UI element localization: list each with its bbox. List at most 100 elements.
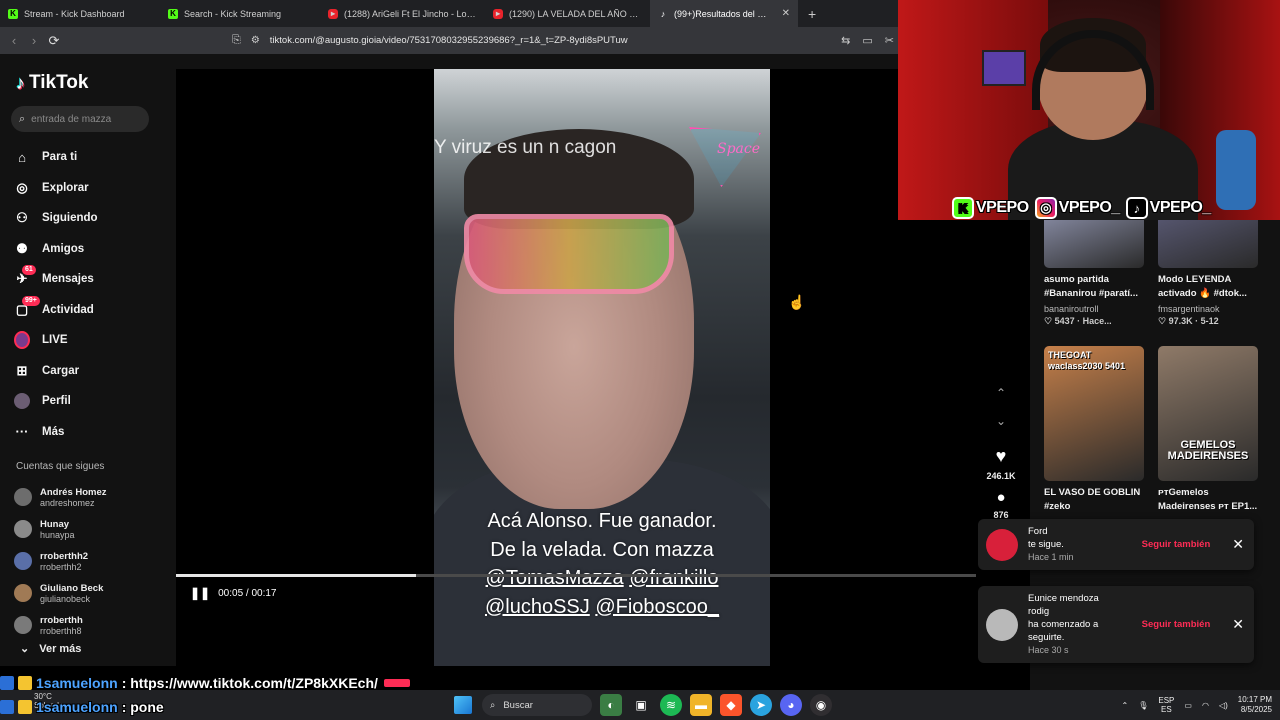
pause-icon[interactable]: ❚❚ (190, 586, 210, 600)
mention[interactable]: @luchoSSJ (485, 596, 590, 618)
extensions-icon[interactable]: ✂ (885, 34, 894, 47)
sidebar-item-siguiendo[interactable]: ⚇ Siguiendo (14, 203, 164, 234)
back-icon[interactable]: ‹ (4, 33, 24, 48)
following-account[interactable]: Hunay hunaypa (14, 513, 107, 545)
volume-icon[interactable]: ◁) (1219, 701, 1228, 710)
telegram-icon[interactable]: ➤ (750, 694, 772, 716)
taskbar-apps: ⌕ Buscar ◐ ▣ ≋ ▬ ◆ ➤ ◕ ◉ (452, 693, 832, 717)
following-account[interactable]: rroberthh rroberthh8 (14, 609, 107, 641)
avatar (14, 520, 32, 538)
browser-tab[interactable]: ▸ (1288) AriGeli Ft El Jincho - Lo Puedo (320, 0, 485, 27)
account-name: rroberthh2 (40, 550, 89, 562)
browser-tab[interactable]: K Search - Kick Streaming (160, 0, 320, 27)
sidebar-item-mensajes[interactable]: ✈ 61 Mensajes (14, 264, 164, 295)
task-view-icon[interactable]: ▣ (630, 694, 652, 716)
windows-taskbar: 30°C Soleado ⌕ Buscar ◐ ▣ ≋ ▬ ◆ ➤ ◕ ◉ ⌃ … (0, 690, 1280, 720)
brave-icon[interactable]: ◆ (720, 694, 742, 716)
follow-notification: Eunice mendoza rodig ha comenzado a seguir… (978, 586, 1254, 663)
like-icon[interactable]: ♥ (996, 446, 1007, 467)
see-more-button[interactable]: ⌄ Ver más (20, 642, 82, 656)
discord-icon[interactable]: ◕ (780, 694, 802, 716)
tiktok-logo[interactable]: ♪ TikTok (16, 72, 88, 94)
taskbar-search[interactable]: ⌕ Buscar (482, 694, 592, 716)
sidebar-item-label: Mensajes (42, 273, 94, 286)
like-count: 246.1K (986, 471, 1016, 481)
mention[interactable]: @Fioboscoo_ (595, 596, 719, 618)
wifi-icon[interactable]: ◠ (1202, 701, 1209, 710)
comment-icon[interactable]: ● (996, 489, 1005, 506)
next-video-icon[interactable]: ⌄ (996, 414, 1006, 438)
instagram-handle: ◎ VPEPO_ (1034, 197, 1120, 219)
recommended-video-card[interactable]: GEMELOS MADEIRENSES ᴘᴛGemelos Madeirenses… (1158, 346, 1260, 514)
chat-text: : pone (121, 699, 164, 715)
following-list: Andrés Homez andreshomez Hunay hunaypa rrobe… (14, 481, 107, 641)
video-thumbnail[interactable]: THEGOAT waclass2030 5401 (1044, 346, 1144, 481)
account-username: rroberthh2 (40, 561, 82, 572)
instagram-icon: ◎ (1034, 197, 1057, 219)
tray-expand-icon[interactable]: ⌃ (1122, 701, 1129, 710)
messages-icon: ✈ 61 (14, 265, 36, 287)
reload-icon[interactable]: ⟳ (44, 33, 64, 49)
bookmark-icon[interactable]: ⎘ (232, 34, 241, 47)
language-indicator[interactable]: ESP ES (1158, 696, 1174, 714)
obs-icon[interactable]: ◉ (810, 694, 832, 716)
upload-icon: ⊞ (16, 362, 28, 378)
spotify-icon[interactable]: ≋ (660, 694, 682, 716)
thumbnail-label: THEGOAT waclass2030 5401 (1048, 350, 1126, 371)
notification-time: Hace 1 min (1028, 552, 1074, 562)
follow-back-button[interactable]: Seguir también (1142, 539, 1211, 550)
close-icon[interactable]: ✕ (1232, 536, 1244, 553)
cast-icon[interactable]: ▭ (862, 34, 872, 47)
previous-video-icon[interactable]: ⌃ (996, 386, 1006, 410)
tab-title: (1288) AriGeli Ft El Jincho - Lo Puedo (344, 8, 477, 19)
following-account[interactable]: Giuliano Beck giulianobeck (14, 577, 107, 609)
recommended-video-card[interactable]: THEGOAT waclass2030 5401 EL VASO DE GOBLI… (1044, 346, 1146, 514)
tiktok-icon: ♪ (660, 8, 666, 19)
search-input[interactable]: ⌕ entrada de mazza (11, 106, 149, 132)
microphone-icon[interactable]: 🎙 (1138, 701, 1148, 710)
video-progress-bar[interactable] (176, 574, 976, 577)
sidebar-item-perfil[interactable]: Perfil (14, 386, 164, 417)
sidebar-item-cargar[interactable]: ⊞ Cargar (14, 356, 164, 387)
file-explorer-icon[interactable]: ▬ (690, 694, 712, 716)
recommended-video-card[interactable]: Modo LEYENDA activado 🔥 #dtok... fmsargen… (1158, 220, 1260, 327)
clock-time: 10:17 PM (1237, 695, 1272, 704)
network-icon[interactable]: ▭ (1184, 701, 1192, 710)
clock[interactable]: 10:17 PM 8/5/2025 (1238, 695, 1272, 715)
browser-tab[interactable]: ▸ (1290) LA VELADA DEL AÑO V - LA P (485, 0, 650, 27)
browser-tab[interactable]: ♪ (99+)Resultados del Boxeo A ✕ (650, 0, 798, 27)
video-author: bananiroutroll (1044, 304, 1099, 314)
video-actions: ⌃ ⌄ ♥ 246.1K ● 876 (984, 386, 1018, 520)
widgets-icon[interactable]: ◐ (600, 694, 622, 716)
follow-back-button[interactable]: Seguir también (1142, 619, 1211, 630)
video-controls: ❚❚ 00:05 / 00:17 (190, 586, 277, 600)
new-tab-icon[interactable]: + (798, 6, 826, 22)
forward-icon[interactable]: › (24, 33, 44, 48)
following-account[interactable]: rroberthh2 rroberthh2 (14, 545, 107, 577)
close-icon[interactable]: ✕ (1232, 616, 1244, 633)
following-account[interactable]: Andrés Homez andreshomez (14, 481, 107, 513)
see-more-label: Ver más (39, 642, 82, 655)
browser-tab[interactable]: K Stream - Kick Dashboard (0, 0, 160, 27)
chat-username: 1samuelonn (36, 675, 118, 691)
windows-start-icon[interactable] (452, 694, 474, 716)
video-thumbnail[interactable] (1158, 220, 1258, 268)
account-username: andreshomez (40, 497, 95, 508)
video-thumbnail[interactable] (1044, 220, 1144, 268)
sidebar-item-parati[interactable]: ⌂ Para ti (14, 142, 164, 173)
video-thumbnail[interactable]: GEMELOS MADEIRENSES (1158, 346, 1258, 481)
sidebar-item-explorar[interactable]: ◎ Explorar (14, 173, 164, 204)
url-text[interactable]: tiktok.com/@augusto.gioia/video/75317080… (270, 35, 628, 46)
mention[interactable]: @frankillo (629, 567, 718, 589)
sidebar-item-amigos[interactable]: ⚉ Amigos (14, 234, 164, 265)
site-info-icon[interactable]: ⚙ (251, 35, 260, 46)
translate-icon[interactable]: ⇆ (841, 34, 850, 47)
sidebar-item-live[interactable]: LIVE (14, 325, 164, 356)
mention[interactable]: @TomasMazza (486, 567, 624, 589)
close-icon[interactable]: ✕ (782, 8, 790, 19)
recommended-video-card[interactable]: asumo partida #Bananirou #paratí... banan… (1044, 220, 1146, 327)
sidebar-item-ms[interactable]: ··· Más (14, 417, 164, 448)
sidebar-item-actividad[interactable]: ▢ 99+ Actividad (14, 295, 164, 326)
chat-username: 1samuelonn (36, 699, 118, 715)
thumbnail-label: GEMELOS MADEIRENSES (1167, 439, 1249, 462)
